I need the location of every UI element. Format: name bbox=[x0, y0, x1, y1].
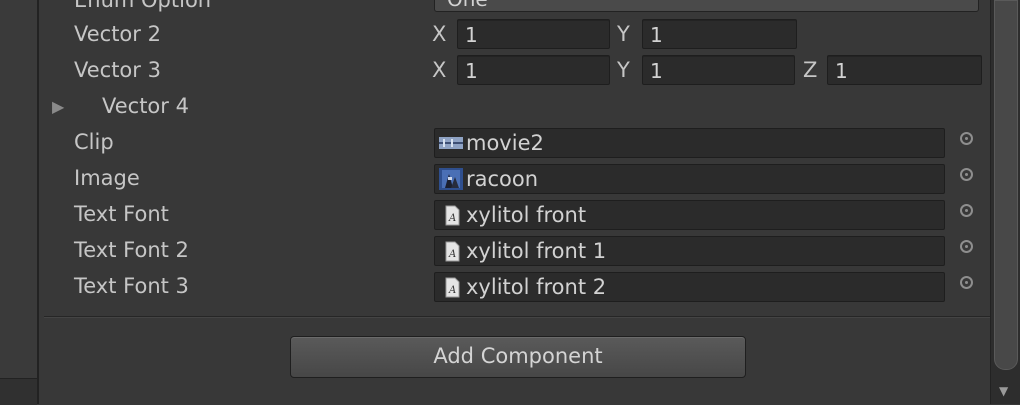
svg-text:A: A bbox=[448, 213, 456, 224]
svg-text:A: A bbox=[448, 285, 456, 296]
vector2-y-value: 1 bbox=[650, 23, 663, 47]
image-value: racoon bbox=[466, 167, 539, 191]
text-font-3-value: xylitol front 2 bbox=[466, 275, 607, 299]
vector2-y-label[interactable]: Y bbox=[617, 22, 630, 46]
object-picker-icon[interactable] bbox=[960, 276, 973, 289]
vector3-row: Vector 3 X 1 Y 1 Z 1 bbox=[39, 52, 990, 88]
text-font-2-label: Text Font 2 bbox=[74, 238, 189, 262]
hierarchy-panel-edge bbox=[0, 0, 37, 404]
image-object-field[interactable]: racoon bbox=[434, 164, 945, 194]
enum-option-dropdown[interactable]: One ▾ bbox=[434, 0, 979, 12]
vector3-label: Vector 3 bbox=[74, 58, 161, 82]
image-row: Image racoon bbox=[39, 160, 990, 196]
vector2-y-field[interactable]: 1 bbox=[642, 19, 797, 49]
add-component-button[interactable]: Add Component bbox=[290, 336, 746, 378]
dropdown-arrow-icon: ▾ bbox=[964, 0, 970, 3]
vector4-foldout[interactable]: ▶ Vector 4 bbox=[39, 88, 990, 124]
svg-text:A: A bbox=[448, 249, 456, 260]
text-font-3-object-field[interactable]: A xylitol front 2 bbox=[434, 272, 945, 302]
vector2-row: Vector 2 X 1 Y 1 bbox=[39, 16, 990, 52]
clip-row: Clip movie2 bbox=[39, 124, 990, 160]
text-font-object-field[interactable]: A xylitol front bbox=[434, 200, 945, 230]
object-picker-icon[interactable] bbox=[960, 132, 973, 145]
vector2-x-value: 1 bbox=[465, 23, 478, 47]
vector3-x-field[interactable]: 1 bbox=[457, 55, 610, 85]
font-asset-icon: A bbox=[445, 205, 460, 226]
enum-option-label: Enum Option bbox=[74, 0, 212, 12]
vector3-z-field[interactable]: 1 bbox=[827, 55, 982, 85]
clip-value: movie2 bbox=[466, 131, 544, 155]
image-thumbnail-icon bbox=[439, 168, 463, 190]
text-font-3-label: Text Font 3 bbox=[74, 274, 189, 298]
vector3-x-label[interactable]: X bbox=[432, 58, 446, 82]
vector3-z-value: 1 bbox=[835, 59, 848, 83]
vector2-label: Vector 2 bbox=[74, 22, 161, 46]
scrollbar-thumb[interactable] bbox=[994, 0, 1018, 370]
enum-option-row: Enum Option One ▾ bbox=[39, 0, 990, 12]
vector3-x-value: 1 bbox=[465, 59, 478, 83]
vector3-z-label[interactable]: Z bbox=[803, 58, 817, 82]
text-font-value: xylitol front bbox=[466, 203, 587, 227]
inspector-panel: Enum Option One ▾ Vector 2 X 1 Y 1 Vecto… bbox=[39, 0, 990, 404]
text-font-2-row: Text Font 2 A xylitol front 1 bbox=[39, 232, 990, 268]
vector3-y-value: 1 bbox=[650, 59, 663, 83]
vector2-x-field[interactable]: 1 bbox=[457, 19, 610, 49]
object-picker-icon[interactable] bbox=[960, 204, 973, 217]
vector3-y-field[interactable]: 1 bbox=[642, 55, 795, 85]
font-asset-icon: A bbox=[445, 241, 460, 262]
inspector-scrollbar[interactable]: ▼ bbox=[990, 0, 1020, 404]
text-font-3-row: Text Font 3 A xylitol front 2 bbox=[39, 268, 990, 304]
scroll-down-arrow-icon[interactable]: ▼ bbox=[999, 384, 1008, 398]
left-panel-scroll-cap bbox=[0, 378, 37, 405]
vector4-label[interactable]: Vector 4 bbox=[102, 94, 189, 118]
text-font-2-value: xylitol front 1 bbox=[466, 239, 607, 263]
object-picker-icon[interactable] bbox=[960, 240, 973, 253]
text-font-row: Text Font A xylitol front bbox=[39, 196, 990, 232]
text-font-label: Text Font bbox=[74, 202, 169, 226]
clip-label: Clip bbox=[74, 130, 114, 154]
component-divider bbox=[44, 316, 990, 318]
add-component-label: Add Component bbox=[433, 344, 603, 368]
enum-option-value: One bbox=[447, 0, 488, 11]
image-label: Image bbox=[74, 166, 140, 190]
font-asset-icon: A bbox=[445, 277, 460, 298]
foldout-collapsed-arrow-icon[interactable]: ▶ bbox=[52, 97, 64, 116]
movie-clip-icon bbox=[439, 137, 463, 149]
text-font-2-object-field[interactable]: A xylitol front 1 bbox=[434, 236, 945, 266]
clip-object-field[interactable]: movie2 bbox=[434, 128, 945, 158]
object-picker-icon[interactable] bbox=[960, 168, 973, 181]
vector3-y-label[interactable]: Y bbox=[617, 58, 630, 82]
vector2-x-label[interactable]: X bbox=[432, 22, 446, 46]
